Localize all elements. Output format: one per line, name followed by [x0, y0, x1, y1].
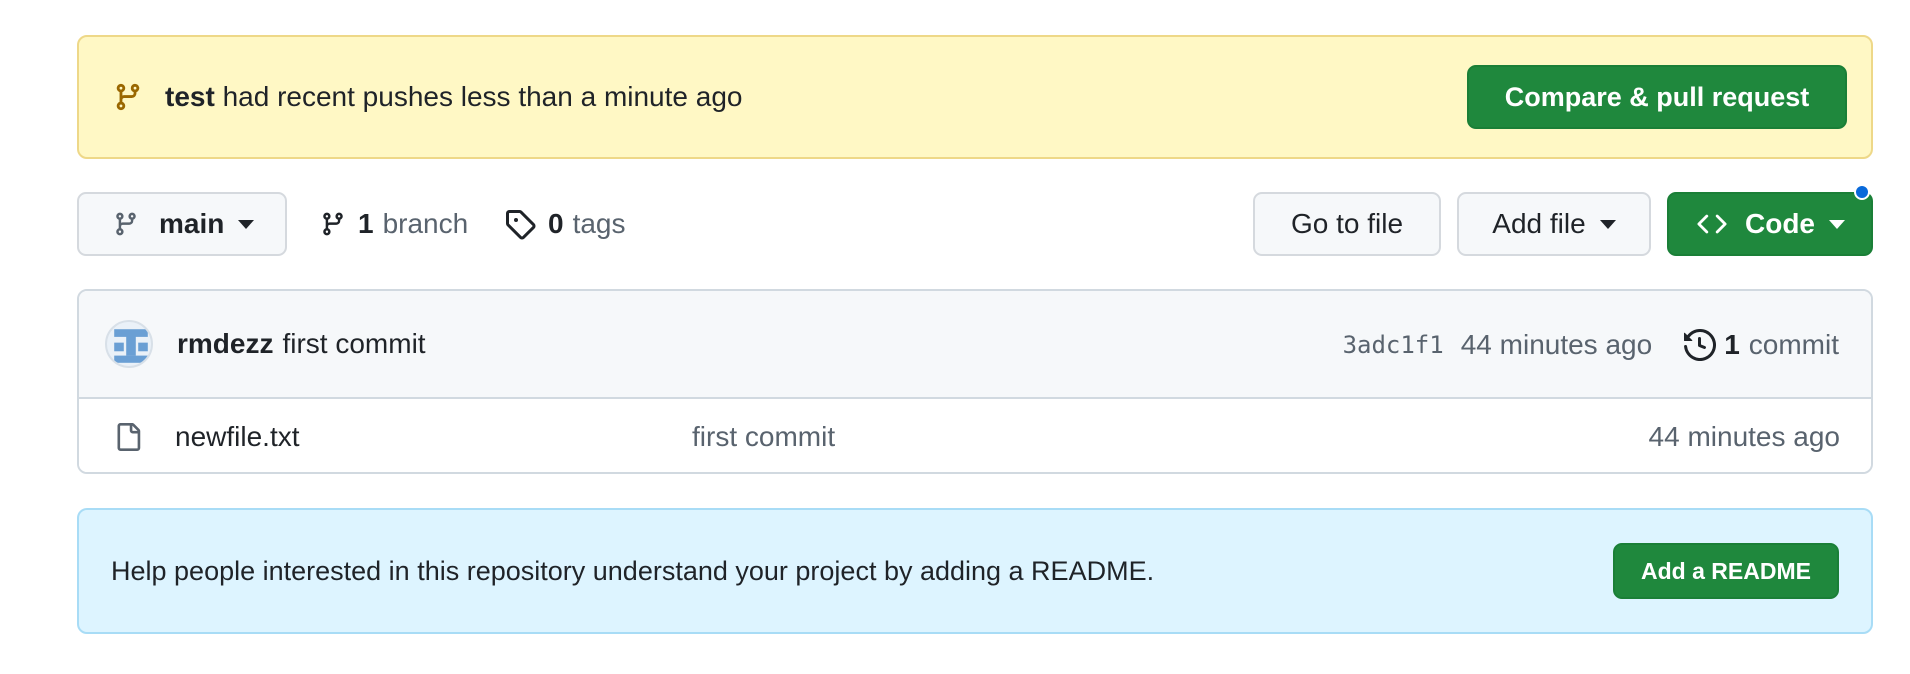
go-to-file-button[interactable]: Go to file: [1253, 192, 1441, 256]
chevron-down-icon: [238, 219, 255, 229]
commit-time: 44 minutes ago: [1460, 329, 1653, 360]
push-status-text: had recent pushes less than a minute ago: [222, 81, 743, 112]
commit-count-label: commit: [1748, 329, 1839, 360]
file-commit-message[interactable]: first commit: [692, 399, 835, 472]
commit-message[interactable]: first commit: [282, 328, 425, 360]
commit-details: 3adc1f1 44 minutes ago 1 commit: [1343, 291, 1839, 399]
notification-dot: [1854, 184, 1870, 200]
code-button-label: Code: [1745, 208, 1815, 239]
add-file-label: Add file: [1492, 208, 1586, 239]
pushed-branch-name[interactable]: test: [165, 81, 215, 112]
commit-author[interactable]: rmdezz: [177, 328, 273, 360]
tag-count-label: tags: [572, 208, 626, 239]
commit-history-link[interactable]: 1 commit: [1684, 329, 1839, 361]
current-branch-name: main: [159, 208, 225, 239]
code-dropdown-button[interactable]: Code: [1667, 192, 1873, 256]
recent-push-banner: test had recent pushes less than a minut…: [77, 35, 1873, 159]
branches-link[interactable]: 1 branch: [320, 192, 468, 256]
identicon-icon: [114, 329, 148, 363]
avatar[interactable]: [105, 320, 153, 368]
file-icon: [117, 423, 141, 451]
add-file-dropdown[interactable]: Add file: [1457, 192, 1651, 256]
git-branch-icon: [323, 212, 343, 236]
branch-selector[interactable]: main: [77, 192, 287, 256]
chevron-down-icon: [1599, 219, 1616, 229]
add-readme-banner: Help people interested in this repositor…: [77, 508, 1873, 634]
readme-prompt-text: Help people interested in this repositor…: [111, 555, 1155, 586]
tag-count: 0: [548, 208, 564, 239]
chevron-down-icon: [1829, 219, 1845, 229]
tag-icon: [506, 210, 536, 240]
file-row: newfile.txt first commit 44 minutes ago: [79, 399, 1871, 472]
commit-count: 1: [1724, 329, 1740, 360]
branch-count-label: branch: [382, 208, 469, 239]
latest-commit-row: rmdezz first commit 3adc1f1 44 minutes a…: [79, 291, 1871, 399]
file-commit-time: 44 minutes ago: [1648, 421, 1840, 452]
git-branch-icon: [116, 83, 140, 111]
file-name-link[interactable]: newfile.txt: [175, 399, 300, 472]
branch-count: 1: [358, 208, 374, 239]
history-icon: [1684, 329, 1717, 361]
code-icon: [1697, 214, 1727, 234]
add-readme-button[interactable]: Add a README: [1613, 543, 1839, 599]
compare-pull-request-button[interactable]: Compare & pull request: [1467, 65, 1847, 129]
repo-toolbar: main 1 branch 0 tags Go to file Add file…: [77, 184, 1873, 258]
git-branch-icon: [116, 212, 136, 236]
tags-link[interactable]: 0 tags: [504, 192, 626, 256]
file-browser: rmdezz first commit 3adc1f1 44 minutes a…: [77, 289, 1873, 474]
commit-sha[interactable]: 3adc1f1: [1343, 331, 1444, 359]
recent-push-message: test had recent pushes less than a minut…: [165, 81, 1467, 113]
